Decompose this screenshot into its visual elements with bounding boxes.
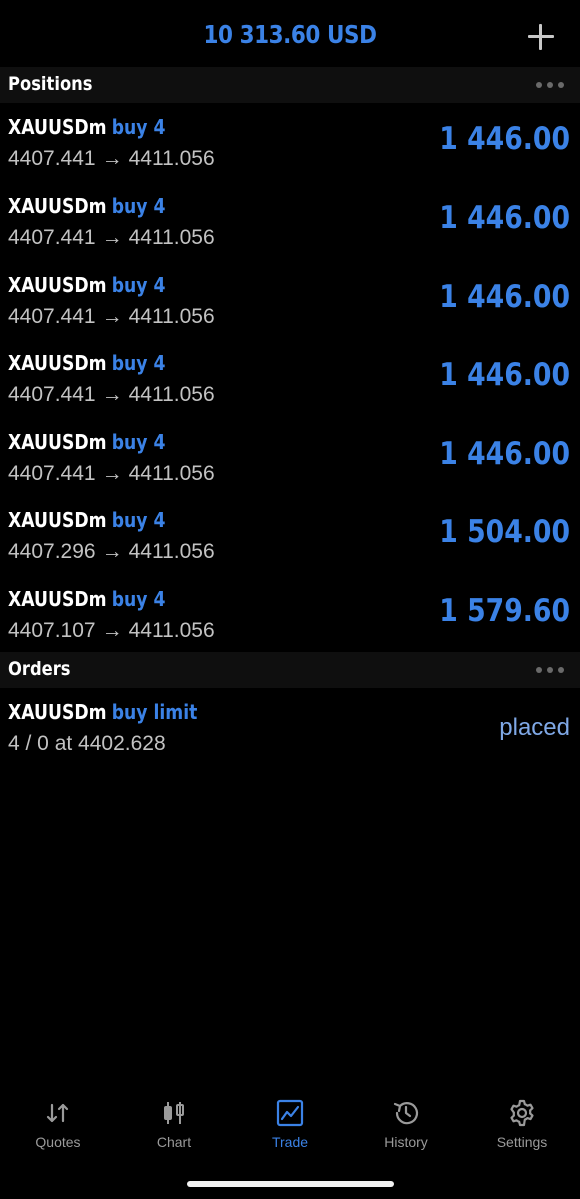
position-profit: 1 504.00	[439, 514, 570, 550]
tab-trade-label: Trade	[271, 1134, 309, 1150]
position-current-price: 4411.056	[128, 540, 215, 563]
bottom-tab-bar: Quotes Chart Trade History Settings	[0, 1090, 580, 1160]
position-side: buy 4	[111, 115, 166, 139]
position-symbol: XAUUSDm	[8, 273, 107, 297]
gear-icon	[510, 1099, 534, 1127]
arrow-right-icon: →	[101, 226, 123, 249]
position-symbol: XAUUSDm	[8, 430, 107, 454]
position-profit: 1 446.00	[439, 357, 570, 393]
candlestick-chart-icon	[164, 1102, 184, 1124]
top-bar: 10 313.60 USD	[0, 0, 580, 70]
position-row[interactable]: XAUUSDm buy 4 4407.441 → 4411.056 1 446.00	[0, 418, 580, 496]
position-side: buy 4	[111, 430, 166, 454]
tab-chart-label: Chart	[156, 1134, 192, 1150]
more-dots-icon[interactable]	[536, 82, 564, 88]
position-open-price: 4407.441	[8, 226, 96, 249]
order-details: 4 / 0 at 4402.628	[8, 732, 166, 755]
position-symbol: XAUUSDm	[8, 115, 107, 139]
position-side: buy 4	[111, 587, 166, 611]
position-profit: 1 446.00	[439, 436, 570, 472]
arrow-right-icon: →	[101, 383, 123, 406]
arrow-right-icon: →	[101, 462, 123, 485]
position-profit: 1 446.00	[439, 121, 570, 157]
position-open-price: 4407.441	[8, 462, 96, 485]
position-row[interactable]: XAUUSDm buy 4 4407.107 → 4411.056 1 579.60	[0, 575, 580, 653]
tab-quotes-label: Quotes	[35, 1134, 81, 1150]
position-current-price: 4411.056	[128, 147, 215, 170]
position-open-price: 4407.296	[8, 540, 96, 563]
positions-title: Positions	[8, 73, 93, 95]
position-open-price: 4407.441	[8, 383, 96, 406]
position-current-price: 4411.056	[128, 226, 215, 249]
orders-section-header: Orders	[0, 652, 580, 688]
arrow-right-icon: →	[101, 305, 123, 328]
orders-title: Orders	[8, 658, 71, 680]
history-clock-icon	[393, 1102, 419, 1125]
arrow-right-icon: →	[101, 147, 123, 170]
tab-history[interactable]: History	[348, 1090, 464, 1160]
order-side: buy limit	[111, 700, 198, 724]
order-symbol: XAUUSDm	[8, 700, 107, 724]
position-row[interactable]: XAUUSDm buy 4 4407.441 → 4411.056 1 446.00	[0, 261, 580, 339]
position-row[interactable]: XAUUSDm buy 4 4407.296 → 4411.056 1 504.00	[0, 496, 580, 574]
tab-settings[interactable]: Settings	[464, 1090, 580, 1160]
position-row[interactable]: XAUUSDm buy 4 4407.441 → 4411.056 1 446.00	[0, 182, 580, 260]
tab-trade[interactable]: Trade	[232, 1090, 348, 1160]
position-row[interactable]: XAUUSDm buy 4 4407.441 → 4411.056 1 446.00	[0, 339, 580, 417]
position-symbol: XAUUSDm	[8, 508, 107, 532]
position-open-price: 4407.107	[8, 619, 96, 642]
position-symbol: XAUUSDm	[8, 587, 107, 611]
position-row[interactable]: XAUUSDm buy 4 4407.441 → 4411.056 1 446.00	[0, 103, 580, 181]
position-side: buy 4	[111, 351, 166, 375]
tab-chart[interactable]: Chart	[116, 1090, 232, 1160]
order-row[interactable]: XAUUSDm buy limit 4 / 0 at 4402.628 place…	[0, 688, 580, 766]
position-symbol: XAUUSDm	[8, 194, 107, 218]
order-status: placed	[499, 714, 570, 741]
home-indicator	[187, 1181, 394, 1187]
tab-history-label: History	[384, 1134, 428, 1150]
position-current-price: 4411.056	[128, 305, 215, 328]
more-dots-icon[interactable]	[536, 667, 564, 673]
position-side: buy 4	[111, 273, 166, 297]
plus-icon[interactable]	[526, 22, 556, 52]
position-profit: 1 446.00	[439, 279, 570, 315]
position-open-price: 4407.441	[8, 305, 96, 328]
position-open-price: 4407.441	[8, 147, 96, 170]
tab-quotes[interactable]: Quotes	[0, 1090, 116, 1160]
arrow-right-icon: →	[101, 619, 123, 642]
positions-section-header: Positions	[0, 67, 580, 103]
position-current-price: 4411.056	[128, 462, 215, 485]
position-symbol: XAUUSDm	[8, 351, 107, 375]
position-profit: 1 579.60	[439, 593, 570, 629]
tab-settings-label: Settings	[496, 1134, 548, 1150]
position-current-price: 4411.056	[128, 619, 215, 642]
quotes-arrows-icon	[46, 1103, 69, 1123]
arrow-right-icon: →	[101, 540, 123, 563]
position-side: buy 4	[111, 194, 166, 218]
position-profit: 1 446.00	[439, 200, 570, 236]
trade-chart-icon	[276, 1099, 304, 1127]
account-balance: 10 313.60 USD	[203, 20, 377, 49]
position-side: buy 4	[111, 508, 166, 532]
position-current-price: 4411.056	[128, 383, 215, 406]
